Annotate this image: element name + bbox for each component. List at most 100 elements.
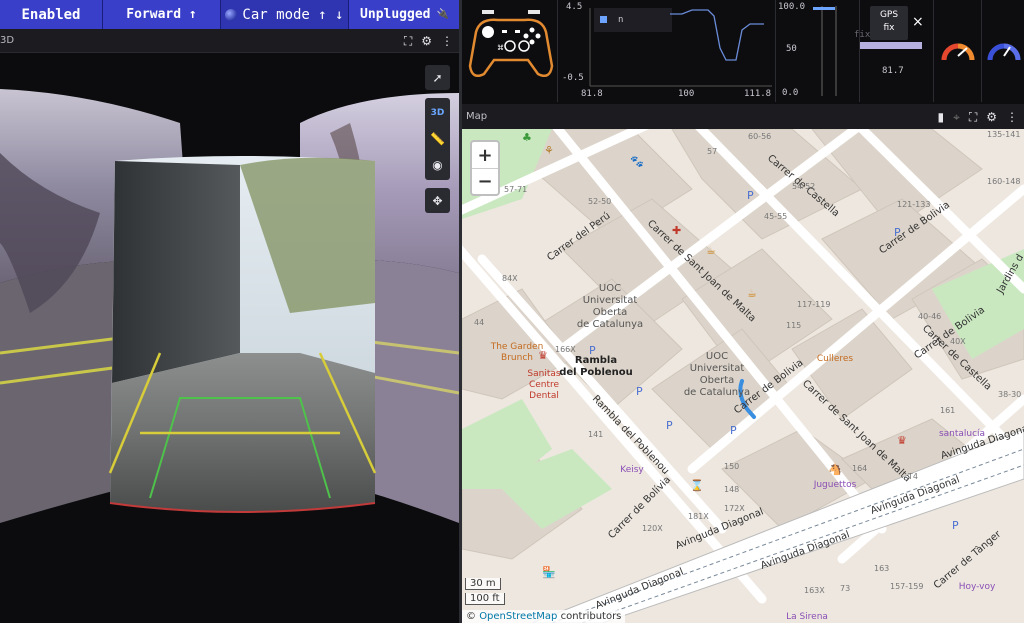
gamepad-panel: ⌘ (462, 0, 558, 102)
pharmacy-icon: ✚ (672, 224, 681, 237)
fullscreen-icon[interactable]: ⛶ (404, 35, 412, 47)
view-3d-toggle[interactable]: 3D (425, 100, 450, 126)
bench-icon: ⚘ (544, 144, 554, 157)
place-label: Rambla (575, 355, 617, 366)
place-label: UOC (706, 351, 728, 362)
line-plot-xtick-2: 100 (678, 89, 695, 99)
map-canvas[interactable]: Carrer de Castella Carrer de Castella Ca… (462, 129, 1024, 623)
parking-icon: P (589, 344, 596, 357)
gauge-2-panel (982, 0, 1024, 102)
gear-icon[interactable]: ⚙ (421, 35, 432, 47)
bar-plot-ytick-mid: 50 (786, 44, 797, 54)
place-label: Oberta (700, 375, 735, 386)
house-number: 38-30 (998, 390, 1021, 399)
zoom-in-button[interactable]: + (472, 142, 498, 168)
car-mode-button[interactable]: Car mode ↑ ↓ (221, 0, 349, 29)
move-arrows-icon[interactable]: ✥ (425, 188, 450, 213)
house-number: 120X (642, 524, 663, 533)
more-vertical-icon[interactable]: ⋮ (1006, 111, 1018, 123)
house-number: 135-141 (987, 130, 1020, 139)
split-icon[interactable]: ▮ (937, 111, 944, 123)
panel-3d: 3D ⛶ ⚙ ⋮ ➚ 3D 📏 ◉ ✥ (0, 29, 459, 623)
place-label: de Catalunya (577, 319, 643, 330)
house-number: 40X (950, 337, 966, 346)
gps-tooltip: GPS fix (870, 6, 908, 40)
house-number: 166X (555, 345, 576, 354)
parking-icon: P (952, 519, 959, 532)
toy-shop-icon: 🐴 (828, 463, 842, 476)
parking-icon: P (894, 226, 901, 239)
zoom-out-button[interactable]: − (472, 168, 498, 194)
gauge-1-panel (934, 0, 982, 102)
house-number: 121-133 (897, 200, 930, 209)
openstreetmap-link[interactable]: OpenStreetMap (479, 611, 557, 622)
crosshair-icon[interactable]: ⌖ (953, 111, 960, 123)
place-label: Centre (529, 380, 560, 390)
dentist-icon: ♛ (897, 434, 907, 447)
attribution-symbol: © (466, 611, 476, 622)
bar-plot-panel: 100.0 50 0.0 (776, 0, 860, 102)
house-number: 57 (707, 147, 717, 156)
house-number: 157-159 (890, 582, 923, 591)
place-label: Universitat (690, 363, 745, 374)
house-number: 160-148 (987, 177, 1020, 186)
gps-close-icon[interactable]: × (912, 14, 924, 30)
place-label: Sanitas (527, 369, 560, 379)
app-root: Enabled Forward ↑ Car mode ↑ ↓ Unplugged… (0, 0, 1024, 623)
house-number: 44 (474, 318, 484, 327)
place-label: Brunch (501, 353, 533, 363)
gps-fix-text: fix (854, 30, 871, 40)
target-icon[interactable]: ◉ (425, 152, 450, 178)
forward-label: Forward ↑ (126, 7, 197, 22)
house-number: 54-52 (792, 182, 815, 191)
house-number: 172X (724, 504, 745, 513)
house-number: 150 (724, 462, 739, 471)
parking-icon: P (636, 385, 643, 398)
line-plot-ytick-top: 4.5 (566, 2, 583, 12)
house-number: 181X (688, 512, 709, 521)
gps-status: fix (883, 23, 895, 33)
parking-icon: P (666, 419, 673, 432)
fullscreen-icon[interactable]: ⛶ (969, 111, 977, 123)
ruler-icon[interactable]: 📏 (425, 126, 450, 152)
parking-icon: P (747, 189, 754, 202)
house-number: 40-46 (918, 312, 941, 321)
forward-button[interactable]: Forward ↑ (103, 0, 221, 29)
house-number: 73 (840, 584, 850, 593)
plug-icon: 🔌 (436, 9, 449, 20)
cafe-icon: ☕ (706, 244, 716, 257)
place-label: santalucía (939, 429, 985, 439)
more-vertical-icon[interactable]: ⋮ (441, 35, 453, 47)
map-title: Map (466, 111, 488, 122)
unplugged-label: Unplugged (360, 7, 431, 22)
zoom-control: + − (470, 140, 500, 196)
place-label: The Garden (490, 342, 544, 352)
unplugged-button[interactable]: Unplugged 🔌 (349, 0, 460, 29)
place-label: Culleres (817, 354, 854, 364)
house-number: 163X (804, 586, 825, 595)
house-number: T4 (907, 472, 918, 481)
enabled-label: Enabled (21, 6, 81, 23)
parking-icon: P (730, 424, 737, 437)
place-label: Juguettos (813, 480, 857, 490)
place-label: La Sirena (786, 612, 828, 622)
gear-icon[interactable]: ⚙ (986, 111, 997, 123)
gps-panel: GPS fix fix 81.7 × (854, 0, 934, 102)
house-number: 148 (724, 485, 739, 494)
house-number: 164 (852, 464, 867, 473)
gps-bar (860, 42, 922, 49)
line-plot[interactable] (558, 0, 776, 102)
gamepad-icon: ⌘ (468, 10, 554, 77)
place-label: Oberta (593, 307, 628, 318)
park-icon: ♣ (522, 131, 532, 144)
line-plot-panel: 4.5 -0.5 81.8 100 111.8 n (558, 0, 776, 102)
panel-3d-header: 3D ⛶ ⚙ ⋮ (0, 29, 459, 53)
select-cursor-icon[interactable]: ➚ (425, 65, 450, 90)
scale-imperial: 100 ft (465, 593, 505, 605)
house-number: 115 (786, 321, 801, 330)
enabled-button[interactable]: Enabled (0, 0, 103, 29)
house-number: 60-56 (748, 132, 771, 141)
dog-icon: 🐾 (630, 155, 644, 168)
attribution-suffix: contributors (560, 611, 622, 622)
camera-3d-view[interactable] (0, 53, 459, 623)
